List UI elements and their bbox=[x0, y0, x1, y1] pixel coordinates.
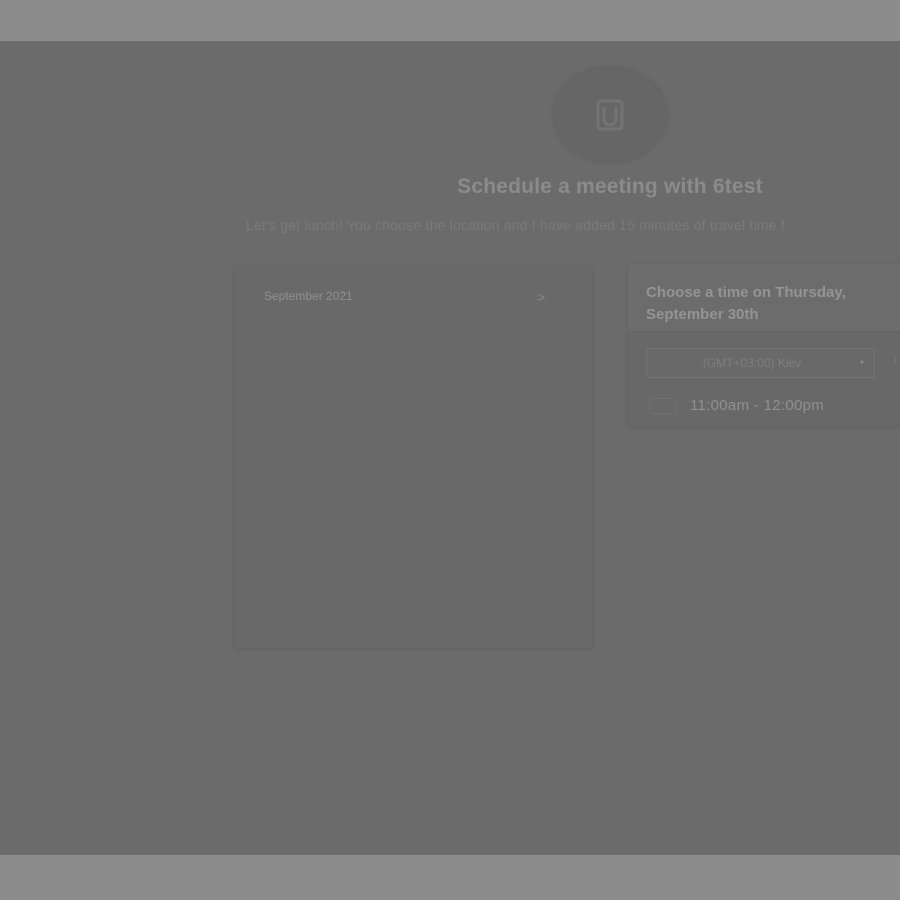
scheduling-page: Schedule a meeting with 6test Let's get … bbox=[0, 41, 900, 855]
meeting-title: Schedule a meeting with 6test bbox=[457, 175, 763, 198]
timezone-select[interactable]: (GMT+03:00) Kiev ▾ bbox=[646, 348, 875, 378]
calendar-card: September 2021 > bbox=[234, 266, 592, 648]
organizer-avatar bbox=[554, 68, 666, 162]
time-slots-card: Choose a time on Thursday, September 30t… bbox=[628, 264, 900, 426]
slots-heading: Choose a time on Thursday, September 30t… bbox=[646, 284, 846, 323]
logo-icon bbox=[596, 99, 624, 131]
calendar-month-label: September 2021 bbox=[264, 289, 353, 303]
chevron-right-icon[interactable]: > bbox=[537, 289, 545, 305]
slot-time-label: 11:00am - 12:00pm bbox=[690, 397, 825, 414]
time-slot[interactable]: 11:00am - 12:00pm bbox=[646, 394, 900, 418]
chevron-down-icon: ▾ bbox=[859, 358, 864, 367]
slot-select-box[interactable] bbox=[649, 398, 677, 414]
meeting-description: Let's get lunch! You choose the location… bbox=[246, 217, 785, 233]
timezone-value: (GMT+03:00) Kiev bbox=[702, 356, 802, 370]
bottom-bar bbox=[0, 855, 900, 900]
slots-header: Choose a time on Thursday, September 30t… bbox=[628, 264, 900, 332]
timezone-info-icon[interactable]: i bbox=[894, 355, 896, 366]
top-bar bbox=[0, 0, 900, 41]
